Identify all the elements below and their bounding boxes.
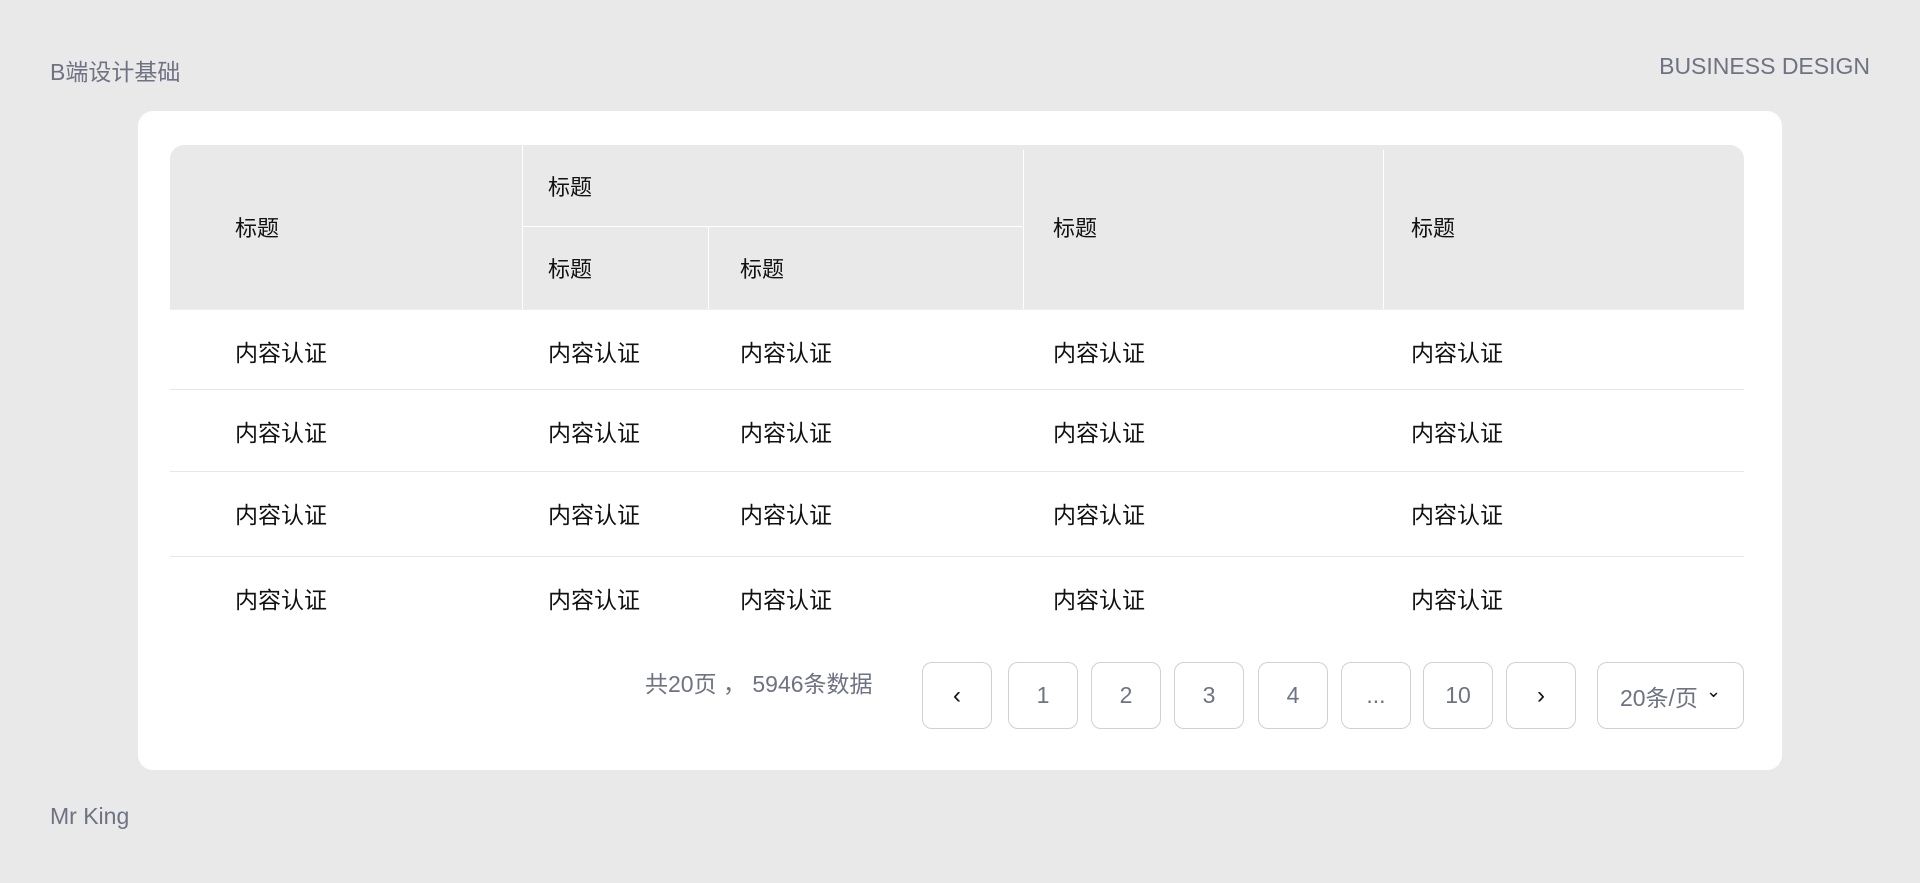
table-cell: 内容认证 (548, 501, 640, 528)
header-col4: 标题 (1053, 216, 1098, 241)
page-ellipsis-button[interactable]: ... (1341, 662, 1411, 729)
table-row: 内容认证 内容认证 内容认证 内容认证 内容认证 (170, 556, 1744, 638)
page-button-1[interactable]: 1 (1008, 662, 1078, 729)
table-cell: 内容认证 (1053, 586, 1145, 613)
table-cell: 内容认证 (235, 586, 327, 613)
page-button-2[interactable]: 2 (1091, 662, 1161, 729)
table-cell: 内容认证 (548, 339, 640, 366)
header-col5: 标题 (1411, 216, 1456, 241)
table-card: 标题 标题 标题 标题 标题 标题 内容认证 内容认证 内容认证 内容认证 内容认证 内容… (138, 111, 1782, 770)
table-cell: 内容认证 (1411, 339, 1503, 366)
brand-title: B端设计基础 (50, 59, 181, 85)
table-cell: 内容认证 (1411, 501, 1503, 528)
table-cell: 内容认证 (235, 501, 327, 528)
table-cell: 内容认证 (1053, 501, 1145, 528)
table-cell: 内容认证 (740, 339, 832, 366)
author-label: Mr King (50, 803, 130, 829)
next-page-button[interactable]: › (1506, 662, 1576, 729)
pagination-summary: 共20页 ， 5946条数据 (645, 671, 873, 697)
table-cell: 内容认证 (740, 419, 832, 446)
brand-subtitle: BUSINESS DESIGN (1659, 53, 1870, 79)
chevron-down-icon: ⌄ (1705, 681, 1722, 701)
page-button-3[interactable]: 3 (1174, 662, 1244, 729)
table-cell: 内容认证 (548, 419, 640, 446)
table-row: 内容认证 内容认证 内容认证 内容认证 内容认证 (170, 389, 1744, 471)
prev-page-button[interactable]: ‹ (922, 662, 992, 729)
page-size-value: 20条/页 (1619, 684, 1698, 711)
table-header: 标题 标题 标题 标题 标题 标题 (170, 145, 1744, 309)
table-cell: 内容认证 (740, 501, 832, 528)
header-group-sub1: 标题 (548, 257, 593, 282)
header-group-sub2: 标题 (740, 257, 785, 282)
table-row: 内容认证 内容认证 内容认证 内容认证 内容认证 (170, 309, 1744, 391)
table-cell: 内容认证 (1053, 419, 1145, 446)
table-cell: 内容认证 (235, 339, 327, 366)
page-button-4[interactable]: 4 (1258, 662, 1328, 729)
table-cell: 内容认证 (1411, 586, 1503, 613)
header-col1: 标题 (235, 216, 280, 241)
header-group: 标题 (548, 175, 593, 200)
table-cell: 内容认证 (740, 586, 832, 613)
table-cell: 内容认证 (235, 419, 327, 446)
table-cell: 内容认证 (548, 586, 640, 613)
table-cell: 内容认证 (1053, 339, 1145, 366)
page-button-10[interactable]: 10 (1423, 662, 1493, 729)
page-size-select[interactable]: 20条/页 ⌄ (1597, 662, 1744, 729)
table-row: 内容认证 内容认证 内容认证 内容认证 内容认证 (170, 471, 1744, 553)
table-cell: 内容认证 (1411, 419, 1503, 446)
